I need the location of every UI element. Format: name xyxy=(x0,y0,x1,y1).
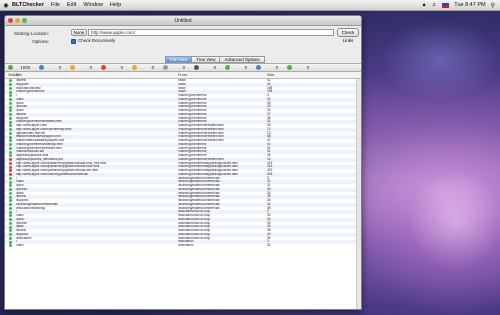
status-dot-icon xyxy=(194,65,199,70)
wallpaper-glow-upper xyxy=(380,20,500,100)
tab-file-view[interactable]: File View xyxy=(165,56,193,63)
status-count: 0 xyxy=(182,65,185,70)
url-input[interactable]: http://www.apple.com/ xyxy=(88,29,334,36)
status-dot-icon xyxy=(256,65,261,70)
status-dot-icon xyxy=(39,65,44,70)
status-dot-icon xyxy=(70,65,75,70)
menu-window[interactable]: Window xyxy=(83,2,103,8)
spotlight-search-icon[interactable]: ⚲ xyxy=(491,2,495,9)
status-count: 0 xyxy=(275,65,278,70)
menu-help[interactable]: Help xyxy=(110,2,121,8)
menubar-status-area: ▲ ♬ Tue 8:47 PM ⚲ xyxy=(421,2,500,9)
status-dot-icon xyxy=(225,65,230,70)
status-dot-icon xyxy=(101,65,106,70)
tab-tree-view[interactable]: Tree View xyxy=(191,56,221,63)
window-titlebar[interactable]: Untitled xyxy=(5,16,361,26)
check-links-button[interactable]: Check Links xyxy=(337,28,359,43)
wifi-icon[interactable]: ▲ xyxy=(421,2,426,8)
options-label: Options: xyxy=(32,39,49,44)
menu-file[interactable]: File xyxy=(51,2,60,8)
status-dot-icon xyxy=(287,65,292,70)
results-table: /itunes//host/41/support//host/40/educat… xyxy=(5,79,361,309)
tab-advanced-options[interactable]: Advanced Options xyxy=(219,56,265,63)
status-count: 0 xyxy=(306,65,309,70)
status-count: 0 xyxy=(120,65,123,70)
vertical-scrollbar[interactable] xyxy=(356,79,361,309)
status-counter: 0 xyxy=(36,65,67,70)
apple-menu-icon[interactable]: ◉ xyxy=(0,2,12,9)
status-count: 0 xyxy=(58,65,61,70)
input-flag-icon[interactable] xyxy=(442,2,450,8)
row-from: /education/ xyxy=(178,244,194,247)
column-header-from[interactable]: From xyxy=(178,73,187,77)
column-header-file[interactable]: File xyxy=(16,73,22,77)
zoom-window-button[interactable] xyxy=(22,18,27,23)
volume-icon[interactable]: ♬ xyxy=(432,2,438,8)
status-dot-icon xyxy=(8,65,13,70)
main-window: Untitled Starting Location: None http://… xyxy=(4,15,362,310)
window-controls xyxy=(8,18,27,23)
location-form: Starting Location: None http://www.apple… xyxy=(5,26,361,48)
row-size: 31 xyxy=(267,243,271,247)
status-counter: 0 xyxy=(284,65,315,70)
menu-edit[interactable]: Edit xyxy=(67,2,76,8)
results-table-header: Status File From Size xyxy=(5,72,361,79)
status-counter: 0 xyxy=(67,65,98,70)
window-title: Untitled xyxy=(174,18,192,24)
column-header-size[interactable]: Size xyxy=(267,73,274,77)
wallpaper-glow xyxy=(360,120,500,315)
menu-app-name[interactable]: BLTChecker xyxy=(12,2,44,8)
status-counter: 0 xyxy=(191,65,222,70)
status-count: 0 xyxy=(89,65,92,70)
status-summary-bar: 1000 0 0 0 0 0 0 0 0 0 xyxy=(5,63,361,72)
close-window-button[interactable] xyxy=(8,18,13,23)
status-counter: 0 xyxy=(253,65,284,70)
check-recursively-label[interactable]: Check Recursively xyxy=(78,38,115,43)
status-counter: 0 xyxy=(160,65,191,70)
row-file: /mac/ xyxy=(16,244,24,247)
status-dot-icon xyxy=(163,65,168,70)
status-count: 1000 xyxy=(20,65,30,70)
status-count: 0 xyxy=(244,65,247,70)
menubar-clock[interactable]: Tue 8:47 PM xyxy=(454,2,485,8)
status-count: 0 xyxy=(213,65,216,70)
minimize-window-button[interactable] xyxy=(15,18,20,23)
status-counter: 0 xyxy=(98,65,129,70)
ok-status-icon xyxy=(9,244,12,248)
menu-bar: ◉ BLTChecker File Edit Window Help ▲ ♬ T… xyxy=(0,0,500,11)
status-count: 0 xyxy=(151,65,154,70)
status-counter: 0 xyxy=(129,65,160,70)
view-tabs: File View Tree View Advanced Options xyxy=(165,56,265,63)
starting-location-label: Starting Location: xyxy=(13,31,49,36)
status-dot-icon xyxy=(132,65,137,70)
status-counter: 0 xyxy=(222,65,253,70)
scheme-popup-button[interactable]: None xyxy=(71,29,87,36)
status-counter: 1000 xyxy=(5,65,36,70)
check-recursively-checkbox[interactable] xyxy=(71,39,76,44)
table-row[interactable]: /mac/ /education/31 xyxy=(5,243,361,248)
